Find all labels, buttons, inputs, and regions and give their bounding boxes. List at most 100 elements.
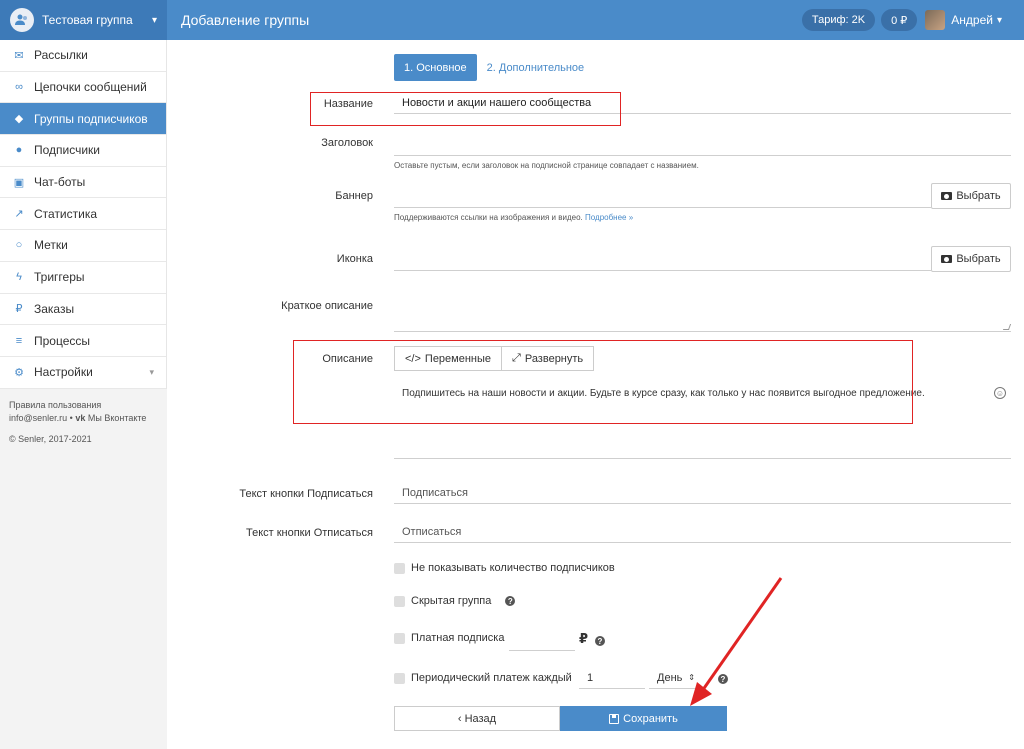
period-count-input[interactable]: 1 xyxy=(579,667,645,689)
sidebar-item-orders[interactable]: ₽ Заказы xyxy=(0,294,166,326)
sidebar-item-label: Рассылки xyxy=(34,48,88,63)
sidebar-item-chains[interactable]: ∞ Цепочки сообщений xyxy=(0,72,166,104)
sidebar-item-label: Триггеры xyxy=(34,270,85,285)
vk-link[interactable]: Мы Вконтакте xyxy=(88,413,147,423)
button-label: Переменные xyxy=(424,352,492,365)
sidebar-item-label: Группы подписчиков xyxy=(34,111,148,126)
subscribe-label: Текст кнопки Подписаться xyxy=(239,488,373,500)
user-name: Андрей xyxy=(951,13,993,27)
sidebar-item-statistics[interactable]: ↗ Статистика xyxy=(0,198,166,231)
button-label: Развернуть xyxy=(524,352,584,365)
chevron-left-icon: ‹ xyxy=(457,712,462,725)
tab-main[interactable]: 1. Основное xyxy=(394,54,477,81)
sidebar-item-subscribers[interactable]: ● Подписчики xyxy=(0,135,166,167)
chevron-down-icon: ▾ xyxy=(151,14,157,26)
banner-hint-text: Поддерживаются ссылки на изображения и в… xyxy=(394,213,583,222)
page-title: Добавление группы xyxy=(181,12,310,28)
banner-input[interactable] xyxy=(394,186,931,208)
title-input[interactable] xyxy=(394,134,1011,156)
icon-choose-button[interactable]: Выбрать xyxy=(931,246,1011,272)
select-arrows-icon: ⇕ xyxy=(688,673,695,682)
paid-checkbox[interactable] xyxy=(394,632,405,644)
period-unit-select[interactable]: День ⇕ xyxy=(649,667,699,689)
hide-count-checkbox[interactable] xyxy=(394,562,405,574)
balance-badge[interactable]: 0 ₽ xyxy=(881,9,918,31)
sidebar-item-label: Заказы xyxy=(34,301,75,316)
period-unit-value: День xyxy=(657,671,683,684)
save-button[interactable]: Сохранить xyxy=(560,706,727,731)
price-input[interactable] xyxy=(509,629,575,651)
expand-button[interactable]: ⤢ Развернуть xyxy=(502,346,595,371)
sidebar-footer: Правила пользования info@senler.ru • vk … xyxy=(0,389,167,456)
subscribe-value: Подписаться xyxy=(402,486,468,499)
tab-extra[interactable]: 2. Дополнительное xyxy=(487,62,585,74)
sidebar-item-processes[interactable]: ≡ Процессы xyxy=(0,325,166,357)
banner-choose-button[interactable]: Выбрать xyxy=(931,183,1011,209)
checkbox-label: Не показывать количество подписчиков xyxy=(411,562,615,574)
group-switcher[interactable]: Тестовая группа ▾ xyxy=(0,0,167,40)
sidebar-item-groups[interactable]: ◆ Группы подписчиков xyxy=(0,103,166,136)
sidebar: ✉ Рассылки ∞ Цепочки сообщений ◆ Группы под… xyxy=(0,40,167,749)
help-icon[interactable]: ? xyxy=(595,636,605,646)
unsubscribe-input[interactable]: Отписаться xyxy=(394,521,1011,543)
hidden-group-row: Скрытая группа? xyxy=(394,595,516,607)
avatar xyxy=(925,10,946,30)
description-editor[interactable]: Подпишитесь на наши новости и акции. Буд… xyxy=(402,388,925,399)
button-label: Выбрать xyxy=(956,253,1001,265)
title-label: Заголовок xyxy=(321,137,373,149)
short-desc-textarea[interactable] xyxy=(394,310,1012,332)
editor-divider xyxy=(394,458,1011,459)
periodic-checkbox[interactable] xyxy=(394,672,405,684)
variables-button[interactable]: </> Переменные xyxy=(394,346,503,371)
form-tabs: 1. Основное 2. Дополнительное xyxy=(394,54,584,81)
currency-label: ₽ xyxy=(579,631,589,646)
main-content: 1. Основное 2. Дополнительное Название Н… xyxy=(167,40,1024,749)
users-icon: ● xyxy=(15,144,23,157)
expand-icon: ⤢ xyxy=(512,352,521,364)
sidebar-item-label: Статистика xyxy=(34,206,98,221)
hidden-group-checkbox[interactable] xyxy=(394,595,405,607)
hide-count-row: Не показывать количество подписчиков xyxy=(394,562,615,574)
unsubscribe-value: Отписаться xyxy=(402,525,462,538)
more-link[interactable]: Подробнее » xyxy=(585,213,633,222)
group-avatar-icon xyxy=(10,8,34,32)
sidebar-item-triggers[interactable]: ϟ Триггеры xyxy=(0,262,166,294)
icon-input[interactable] xyxy=(394,249,931,271)
resize-handle-icon[interactable] xyxy=(1002,324,1012,330)
help-icon[interactable]: ? xyxy=(505,596,516,606)
periodic-row: Периодический платеж каждый xyxy=(394,672,572,684)
name-label: Название xyxy=(323,98,373,110)
email-link[interactable]: info@senler.ru xyxy=(9,413,67,423)
tariff-badge[interactable]: Тариф: 2K xyxy=(801,9,876,31)
sidebar-item-chatbots[interactable]: ▣ Чат-боты xyxy=(0,167,166,199)
emoji-icon[interactable]: ☺ xyxy=(994,387,1006,399)
bolt-icon: ϟ xyxy=(16,271,22,284)
editor-toolbar: </> Переменные ⤢ Развернуть xyxy=(394,346,595,371)
chart-icon: ↗ xyxy=(14,208,24,221)
sidebar-item-tags[interactable]: ○ Метки xyxy=(0,230,166,262)
cogs-icon: ⚙ xyxy=(14,366,24,379)
back-button[interactable]: ‹ Назад xyxy=(394,706,560,731)
button-label: Сохранить xyxy=(623,712,678,725)
vk-icon: vk xyxy=(75,412,86,423)
sidebar-item-mailings[interactable]: ✉ Рассылки xyxy=(0,40,166,72)
desc-label: Описание xyxy=(322,353,373,365)
checkbox-label: Платная подписка xyxy=(411,632,505,644)
floppy-icon xyxy=(609,713,620,724)
sidebar-item-label: Метки xyxy=(34,238,68,253)
terms-link[interactable]: Правила пользования xyxy=(9,399,158,412)
user-menu[interactable]: Андрей ▾ xyxy=(925,10,1002,30)
chevron-down-icon: ▾ xyxy=(149,366,154,377)
short-desc-label: Краткое описание xyxy=(281,300,373,312)
subscribe-input[interactable]: Подписаться xyxy=(394,482,1011,504)
name-input[interactable]: Новости и акции нашего сообщества xyxy=(394,92,1011,114)
group-name: Тестовая группа xyxy=(42,13,133,27)
stack-icon: ≡ xyxy=(15,334,23,347)
code-icon: </> xyxy=(405,352,421,365)
sidebar-item-settings[interactable]: ⚙ Настройки ▾ xyxy=(0,357,166,389)
sidebar-nav: ✉ Рассылки ∞ Цепочки сообщений ◆ Группы под… xyxy=(0,40,167,389)
ruble-icon: ₽ xyxy=(15,303,23,316)
icon-label: Иконка xyxy=(336,253,373,265)
top-header: Тестовая группа ▾ Добавление группы Тари… xyxy=(0,0,1024,40)
help-icon[interactable]: ? xyxy=(718,674,728,684)
